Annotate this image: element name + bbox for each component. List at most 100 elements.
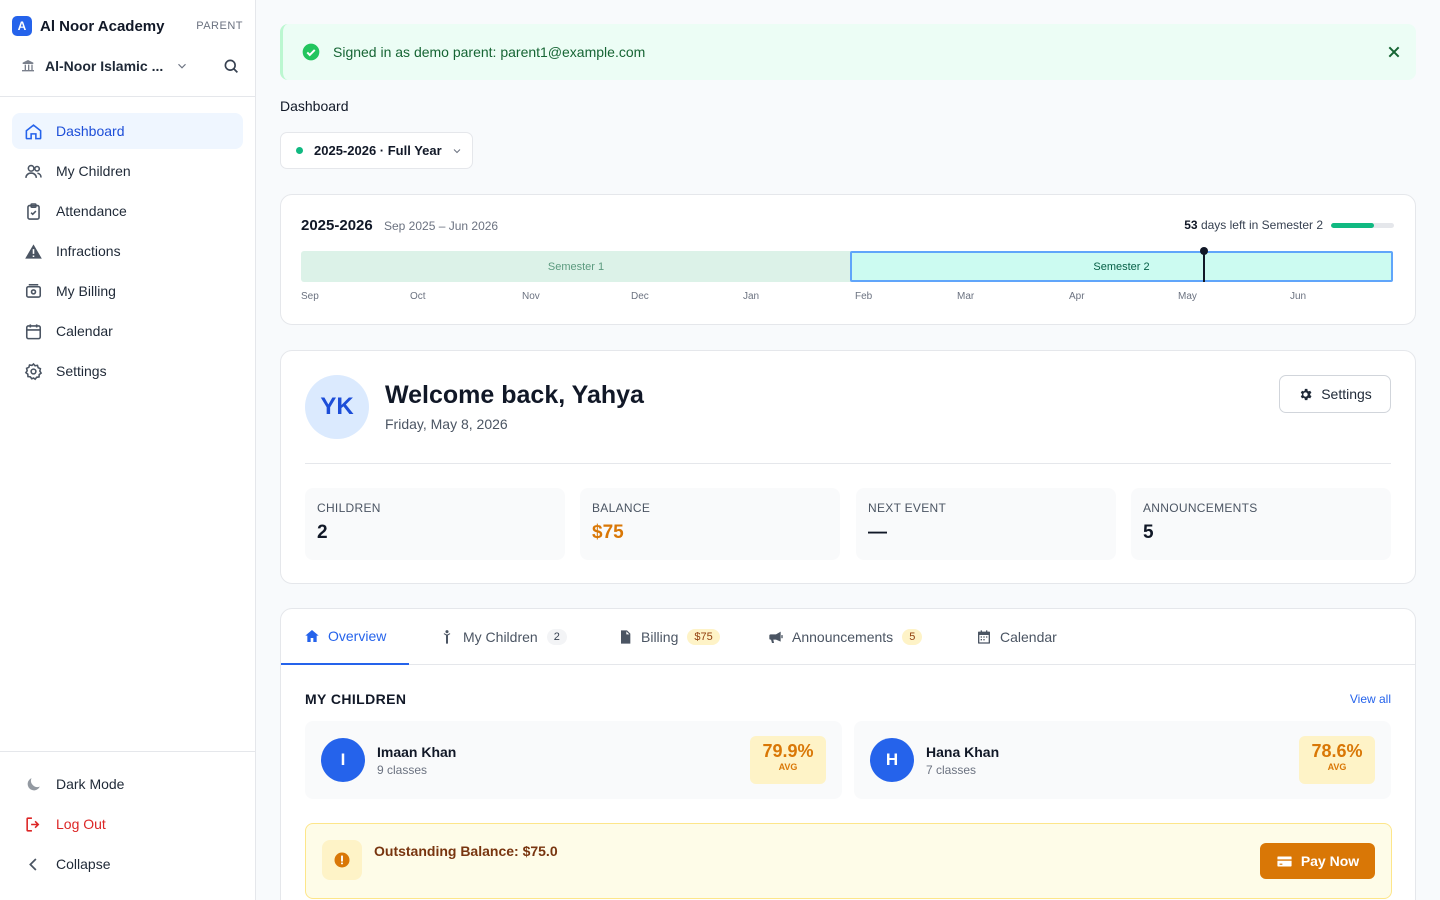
month-label: Mar — [957, 291, 975, 302]
chevron-down-icon — [178, 63, 186, 69]
school-switcher[interactable]: Al-Noor Islamic ... — [20, 54, 240, 78]
sidebar-item-label: Infractions — [56, 243, 121, 259]
calendar-icon — [25, 323, 42, 339]
sidebar-item-label: Dashboard — [56, 123, 125, 139]
school-building-icon — [22, 60, 34, 72]
days-left-count: 53 — [1184, 218, 1198, 232]
semester-progress-fill — [1331, 223, 1374, 228]
child-avatar: H — [870, 738, 914, 782]
active-dot — [296, 147, 303, 154]
tab-announcements[interactable]: Announcements 5 — [768, 609, 923, 664]
child-classes: 7 classes — [926, 763, 977, 777]
academic-year-select[interactable]: 2025-2026 · Full Year — [280, 132, 473, 169]
days-left-suffix: days left in Semester 2 — [1197, 218, 1323, 232]
users-icon — [25, 164, 42, 178]
tab-overview[interactable]: Overview — [281, 609, 410, 665]
brand[interactable]: A Al Noor Academy PARENT — [12, 16, 243, 36]
pay-now-button[interactable]: Pay Now — [1260, 843, 1375, 879]
chevron-left-icon — [29, 857, 37, 871]
month-label: Jan — [743, 291, 760, 302]
today-marker-dot — [1200, 247, 1208, 255]
settings-button[interactable]: Settings — [1279, 375, 1391, 413]
tab-calendar[interactable]: Calendar — [976, 609, 1057, 664]
collapse-button[interactable]: Collapse — [12, 846, 243, 882]
school-name: Al-Noor Islamic ... — [45, 58, 164, 74]
average-label: AVG — [1327, 762, 1347, 772]
logout-button[interactable]: Log Out — [12, 806, 243, 842]
brand-name: Al Noor Academy — [40, 17, 165, 35]
view-all-link[interactable]: View all — [1350, 692, 1391, 706]
child-name: Hana Khan — [926, 744, 1000, 760]
logout-label: Log Out — [56, 816, 106, 832]
sidebar-item-label: Attendance — [56, 203, 127, 219]
month-label: Nov — [522, 291, 540, 302]
collapse-label: Collapse — [56, 856, 111, 872]
stat-label: BALANCE — [592, 501, 651, 515]
sidebar-item-attendance[interactable]: Attendance — [12, 193, 243, 229]
avatar[interactable]: YK — [305, 375, 369, 439]
alert-icon-wrap — [322, 840, 362, 880]
stat-label: ANNOUNCEMENTS — [1143, 501, 1258, 515]
sidebar: A Al Noor Academy PARENT Al-Noor Islamic… — [0, 0, 256, 900]
outstanding-balance-banner: Outstanding Balance: $75.0 Pay Now — [305, 823, 1392, 899]
month-label: Apr — [1069, 291, 1085, 302]
money-icon — [25, 283, 42, 298]
calendar-icon — [978, 629, 990, 644]
stat-balance[interactable]: BALANCE $75 — [580, 488, 840, 560]
tab-label: Billing — [641, 628, 679, 645]
search-icon[interactable] — [222, 57, 240, 75]
today-marker-line — [1203, 254, 1205, 282]
welcome-title: Welcome back, Yahya — [385, 381, 644, 409]
dashboard-tabs-card: Overview My Children 2 Billing $75 Annou… — [280, 608, 1416, 900]
semester-1-bar[interactable]: Semester 1 — [301, 251, 851, 282]
sidebar-item-calendar[interactable]: Calendar — [12, 313, 243, 349]
stat-label: NEXT EVENT — [868, 501, 947, 515]
stat-children[interactable]: CHILDREN 2 — [305, 488, 565, 560]
child-card[interactable]: I Imaan Khan 9 classes 79.9% AVG — [305, 721, 842, 799]
academic-timeline: 2025-2026 Sep 2025 – Jun 2026 53 days le… — [280, 194, 1416, 325]
month-label: May — [1178, 291, 1197, 302]
tab-my-children[interactable]: My Children 2 — [439, 609, 567, 664]
stat-value: $75 — [592, 522, 624, 543]
warning-icon — [25, 243, 42, 259]
days-left-text: 53 days left in Semester 2 — [1184, 218, 1323, 232]
child-icon — [443, 629, 451, 644]
tab-label: My Children — [463, 628, 538, 645]
semester-2-bar[interactable]: Semester 2 — [850, 251, 1393, 282]
month-label: Jun — [1290, 291, 1307, 302]
average-label: AVG — [778, 762, 798, 772]
tab-bar: Overview My Children 2 Billing $75 Annou… — [281, 609, 1415, 665]
stat-next-event[interactable]: NEXT EVENT — — [856, 488, 1116, 560]
tab-billing[interactable]: Billing $75 — [617, 609, 720, 664]
dark-mode-label: Dark Mode — [56, 776, 125, 792]
tab-label: Overview — [328, 628, 387, 644]
sidebar-item-label: Settings — [56, 363, 107, 379]
stat-announcements[interactable]: ANNOUNCEMENTS 5 — [1131, 488, 1391, 560]
month-label: Sep — [301, 291, 319, 302]
settings-button-label: Settings — [1321, 386, 1372, 402]
child-card[interactable]: H Hana Khan 7 classes 78.6% AVG — [854, 721, 1391, 799]
sidebar-item-dashboard[interactable]: Dashboard — [12, 113, 243, 149]
sidebar-item-my-children[interactable]: My Children — [12, 153, 243, 189]
month-label: Feb — [855, 291, 873, 302]
close-icon[interactable] — [1386, 44, 1402, 60]
sidebar-item-infractions[interactable]: Infractions — [12, 233, 243, 269]
page-title: Dashboard — [280, 98, 349, 114]
sidebar-item-my-billing[interactable]: My Billing — [12, 273, 243, 309]
sidebar-item-label: Calendar — [56, 323, 113, 339]
sidebar-item-settings[interactable]: Settings — [12, 353, 243, 389]
alert-circle-icon — [334, 852, 350, 868]
signin-alert: Signed in as demo parent: parent1@exampl… — [280, 24, 1416, 80]
tab-label: Announcements — [792, 628, 894, 645]
timeline-title: 2025-2026 — [301, 217, 373, 234]
academic-year-value: 2025-2026 · Full Year — [314, 143, 442, 158]
home-icon — [25, 123, 42, 139]
dark-mode-toggle[interactable]: Dark Mode — [12, 766, 243, 802]
stat-value: 5 — [1143, 522, 1154, 543]
invoice-icon — [621, 629, 631, 644]
average-value: 78.6% — [1311, 741, 1363, 761]
brand-logo: A — [12, 16, 32, 36]
average-value: 79.9% — [762, 741, 814, 761]
sidebar-item-label: My Children — [56, 163, 131, 179]
timeline-range: Sep 2025 – Jun 2026 — [384, 219, 499, 233]
